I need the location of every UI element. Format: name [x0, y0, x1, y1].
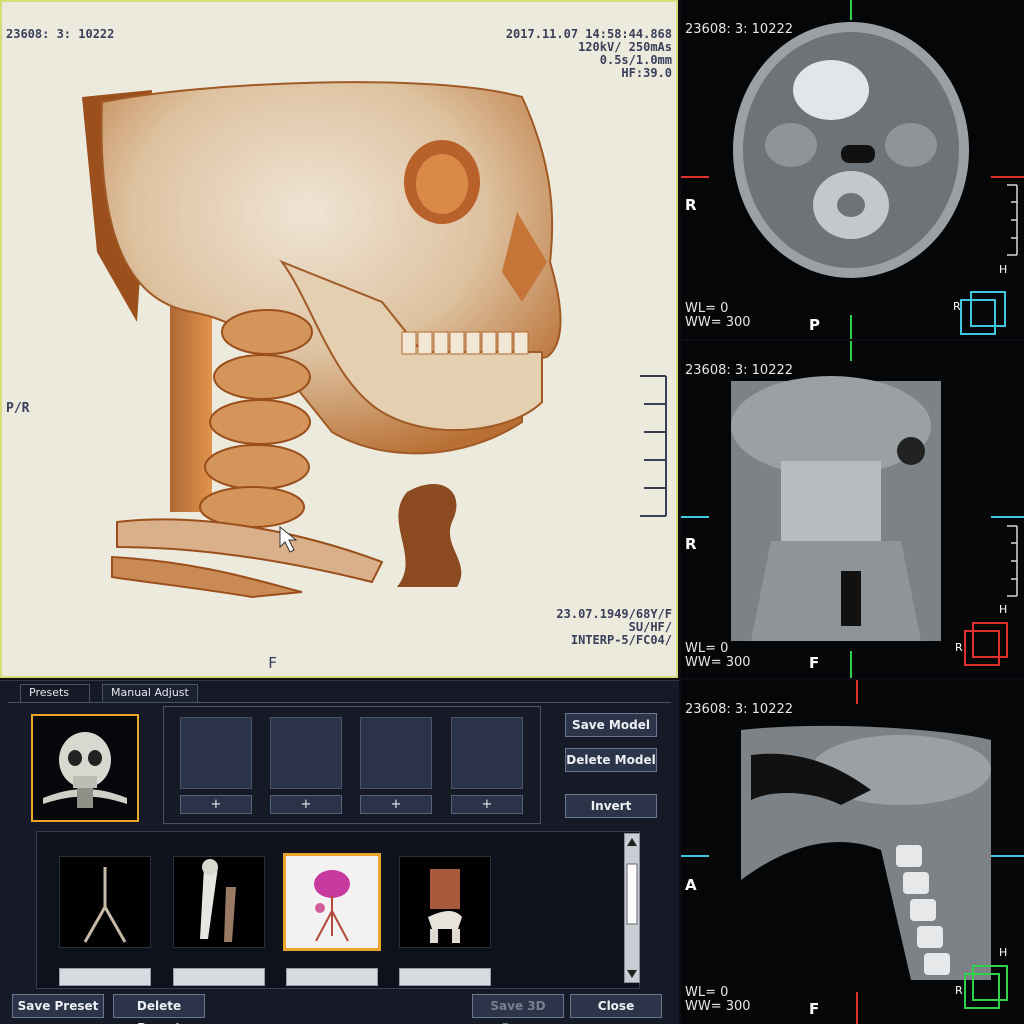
ct-axial-image — [681, 0, 1024, 339]
arm-bones-thumbnail — [200, 859, 236, 942]
ct-orientation-bottom: F — [809, 1000, 820, 1018]
add-slot-2-button[interactable]: + — [270, 795, 342, 814]
skull-3d-render — [82, 81, 562, 599]
ct-series-id: 23608: 3: 10222 — [685, 22, 794, 37]
cube-label-r: R — [955, 641, 963, 654]
tab-manual-adjust[interactable]: Manual Adjust — [102, 684, 198, 702]
preset-label-1 — [59, 968, 151, 986]
ct-orientation-side: R — [685, 196, 697, 214]
scroll-up-icon — [627, 838, 637, 846]
preset-control-panel: Presets Manual Adjust + + + + Save Model… — [0, 680, 679, 1024]
3d-series-id: 23608: 3: 10222 — [6, 27, 115, 41]
ct-orientation-side: A — [685, 876, 697, 894]
skeleton-thumbnail — [428, 869, 462, 943]
window-width-value: WW= 300 — [685, 655, 751, 670]
save-preset-button[interactable]: Save Preset — [12, 994, 104, 1018]
model-slot-1[interactable] — [180, 717, 252, 789]
cube-label-r: R — [955, 984, 963, 997]
ct-coronal-image — [681, 341, 1024, 678]
skull-thumbnail — [43, 732, 127, 808]
window-level-value: WL= 0 — [685, 301, 729, 316]
cube-label-h: H — [999, 603, 1008, 616]
leg-vessels-thumbnail — [83, 867, 127, 943]
scan-hf: HF:39.0 — [621, 66, 672, 80]
ct-orientation-bottom: F — [809, 654, 820, 672]
3d-scan-info: 2017.11.07 14:58:44.868 120kV/ 250mAs 0.… — [506, 28, 672, 80]
current-model-preview[interactable] — [31, 714, 139, 822]
ct-orientation-bottom: P — [809, 316, 820, 334]
tab-presets[interactable]: Presets — [20, 684, 90, 702]
model-slot-3[interactable] — [360, 717, 432, 789]
preset-thumb-2[interactable] — [173, 856, 265, 948]
preset-label-4 — [399, 968, 491, 986]
delete-model-button[interactable]: Delete Model — [565, 748, 657, 772]
torso-vessels-thumbnail — [286, 856, 378, 948]
ct-coronal-panel[interactable]: 23608: 3: 10222 R F WL= 0 WW= 300 H R — [681, 341, 1024, 678]
window-width-value: WW= 300 — [685, 315, 751, 330]
model-slot-2[interactable] — [270, 717, 342, 789]
ct-series-id: 23608: 3: 10222 — [685, 702, 794, 717]
ct-orientation-side: R — [685, 535, 697, 553]
3d-scale-ruler — [640, 375, 667, 517]
add-slot-3-button[interactable]: + — [360, 795, 432, 814]
save-model-button[interactable]: Save Model — [565, 713, 657, 737]
save-3d-page-button[interactable]: Save 3D Page — [472, 994, 564, 1024]
3d-render-viewport[interactable]: 23608: 3: 10222 2017.11.07 14:58:44.868 … — [0, 0, 678, 678]
ct-sagittal-panel[interactable]: 23608: 3: 10222 A F WL= 0 WW= 300 H R — [681, 680, 1024, 1024]
recon-params: INTERP-5/FC04/ — [570, 633, 672, 647]
3d-orientation-left: P/R — [6, 401, 30, 416]
preset-gallery — [36, 831, 640, 989]
tab-divider — [8, 702, 671, 703]
close-button[interactable]: Close — [570, 994, 662, 1018]
window-level-value: WL= 0 — [685, 985, 729, 1000]
ct-sagittal-image — [681, 680, 1024, 1024]
window-width-value: WW= 300 — [685, 999, 751, 1014]
add-slot-1-button[interactable]: + — [180, 795, 252, 814]
ct-window-level: WL= 0 WW= 300 — [685, 642, 751, 670]
model-slot-group: + + + + — [163, 706, 541, 824]
invert-button[interactable]: Invert — [565, 794, 657, 818]
preset-label-3 — [286, 968, 378, 986]
cube-label-h: H — [999, 263, 1008, 276]
add-slot-4-button[interactable]: + — [451, 795, 523, 814]
delete-preset-button[interactable]: Delete Preset — [113, 994, 205, 1024]
gallery-scrollbar[interactable] — [624, 833, 640, 983]
3d-patient-info: 23.07.1949/68Y/F SU/HF/ INTERP-5/FC04/ — [556, 608, 672, 647]
window-level-value: WL= 0 — [685, 641, 729, 656]
cube-label-h: H — [999, 946, 1008, 959]
ct-window-level: WL= 0 WW= 300 — [685, 302, 751, 330]
preset-thumb-1[interactable] — [59, 856, 151, 948]
ct-window-level: WL= 0 WW= 300 — [685, 986, 751, 1014]
preset-thumb-4[interactable] — [399, 856, 491, 948]
preset-thumb-3-selected[interactable] — [283, 853, 381, 951]
ct-axial-panel[interactable]: 23608: 3: 10222 R P WL= 0 WW= 300 H R — [681, 0, 1024, 339]
3d-orientation-bottom: F — [268, 654, 278, 672]
scroll-arrows — [626, 838, 638, 978]
scroll-down-icon — [627, 970, 637, 978]
cube-label-r: R — [953, 300, 961, 313]
ct-series-id: 23608: 3: 10222 — [685, 363, 794, 378]
preset-label-2 — [173, 968, 265, 986]
model-slot-4[interactable] — [451, 717, 523, 789]
